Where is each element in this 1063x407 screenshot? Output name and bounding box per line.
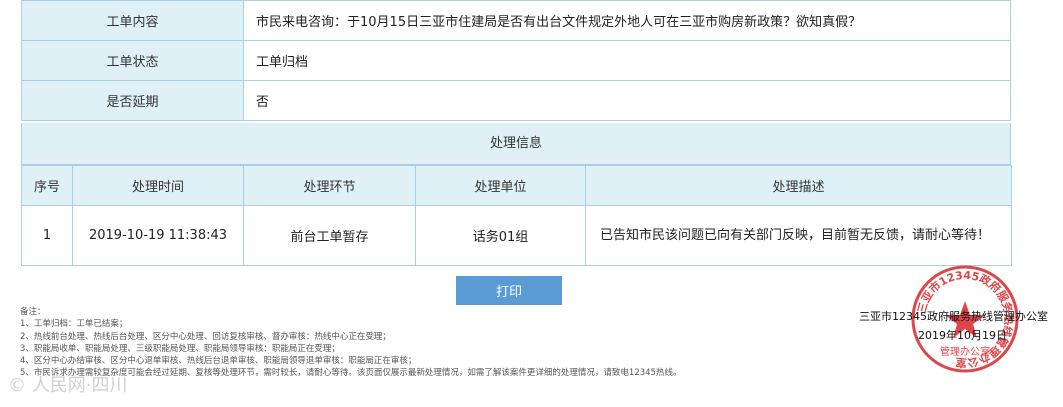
column-header: 处理时间 [72,165,244,206]
signature-date: 2019年10月19日 [918,329,1007,342]
info-label: 工单内容 [21,0,244,41]
info-value: 否 [243,80,1011,121]
svg-text:管理办公室: 管理办公室 [940,345,990,358]
info-value: 市民来电咨询：于10月15日三亚市住建局是否有出台文件规定外地人可在三亚市购房新… [243,0,1011,41]
section-title: 处理信息 [21,123,1011,165]
column-header: 序号 [21,165,73,206]
column-header: 处理环节 [243,165,416,206]
column-header: 处理描述 [585,165,1012,206]
table-header-row: 序号 处理时间 处理环节 处理单位 处理描述 [21,165,1012,206]
note-line: 4、区分中心办结审核、区分中心退单审核、热线后台退单审核、职能局领导退单审核：职… [20,356,417,367]
column-header: 处理单位 [415,165,586,206]
cell-step: 前台工单暂存 [243,205,416,266]
info-row-content: 工单内容 市民来电咨询：于10月15日三亚市住建局是否有出台文件规定外地人可在三… [21,0,1011,41]
notes: 备注： 1、工单归档：工单已结案； 2、热线前台处理、热线后台处理、区分中心处理… [20,306,820,380]
cell-no: 1 [21,205,73,266]
info-row-extension: 是否延期 否 [21,80,1011,121]
cell-description: 已告知市民该问题已向有关部门反映，目前暂无反馈，请耐心等待！ [585,205,1012,266]
ticket-info-table: 工单内容 市民来电咨询：于10月15日三亚市住建局是否有出台文件规定外地人可在三… [21,0,1011,121]
watermark: © 人民网·四川 [8,375,128,396]
cell-unit: 话务01组 [415,205,586,266]
note-line: 1、工单归档：工单已结案； [20,319,128,330]
cell-time: 2019-10-19 11:38:43 [72,205,244,266]
note-line: 5、市民诉求办理需较复杂度可能会经过延期、复核等处理环节，需时较长，请耐心等待。… [20,368,682,379]
table-row: 1 2019-10-19 11:38:43 前台工单暂存 话务01组 已告知市民… [21,205,1012,266]
info-value: 工单归档 [243,40,1011,81]
note-line: 2、热线前台处理、热线后台处理、区分中心处理、回访复核审核、督办审核：热线中心正… [20,331,391,342]
print-button[interactable]: 打印 [456,276,562,305]
process-table: 序号 处理时间 处理环节 处理单位 处理描述 1 2019-10-19 11:3… [21,165,1012,266]
notes-title: 备注： [20,307,46,317]
note-line: 3、职能局收单、职能局处理、三级职能局处理、职能局领导审核：职能局正在受理； [20,343,340,354]
signature-block: 三亚市12345政府服务热线管理办公室 2019年10月19日 [859,307,1059,345]
info-label: 是否延期 [21,80,244,121]
info-label: 工单状态 [21,40,244,81]
signature-office: 三亚市12345政府服务热线管理办公室 [859,310,1048,323]
info-row-status: 工单状态 工单归档 [21,40,1011,81]
